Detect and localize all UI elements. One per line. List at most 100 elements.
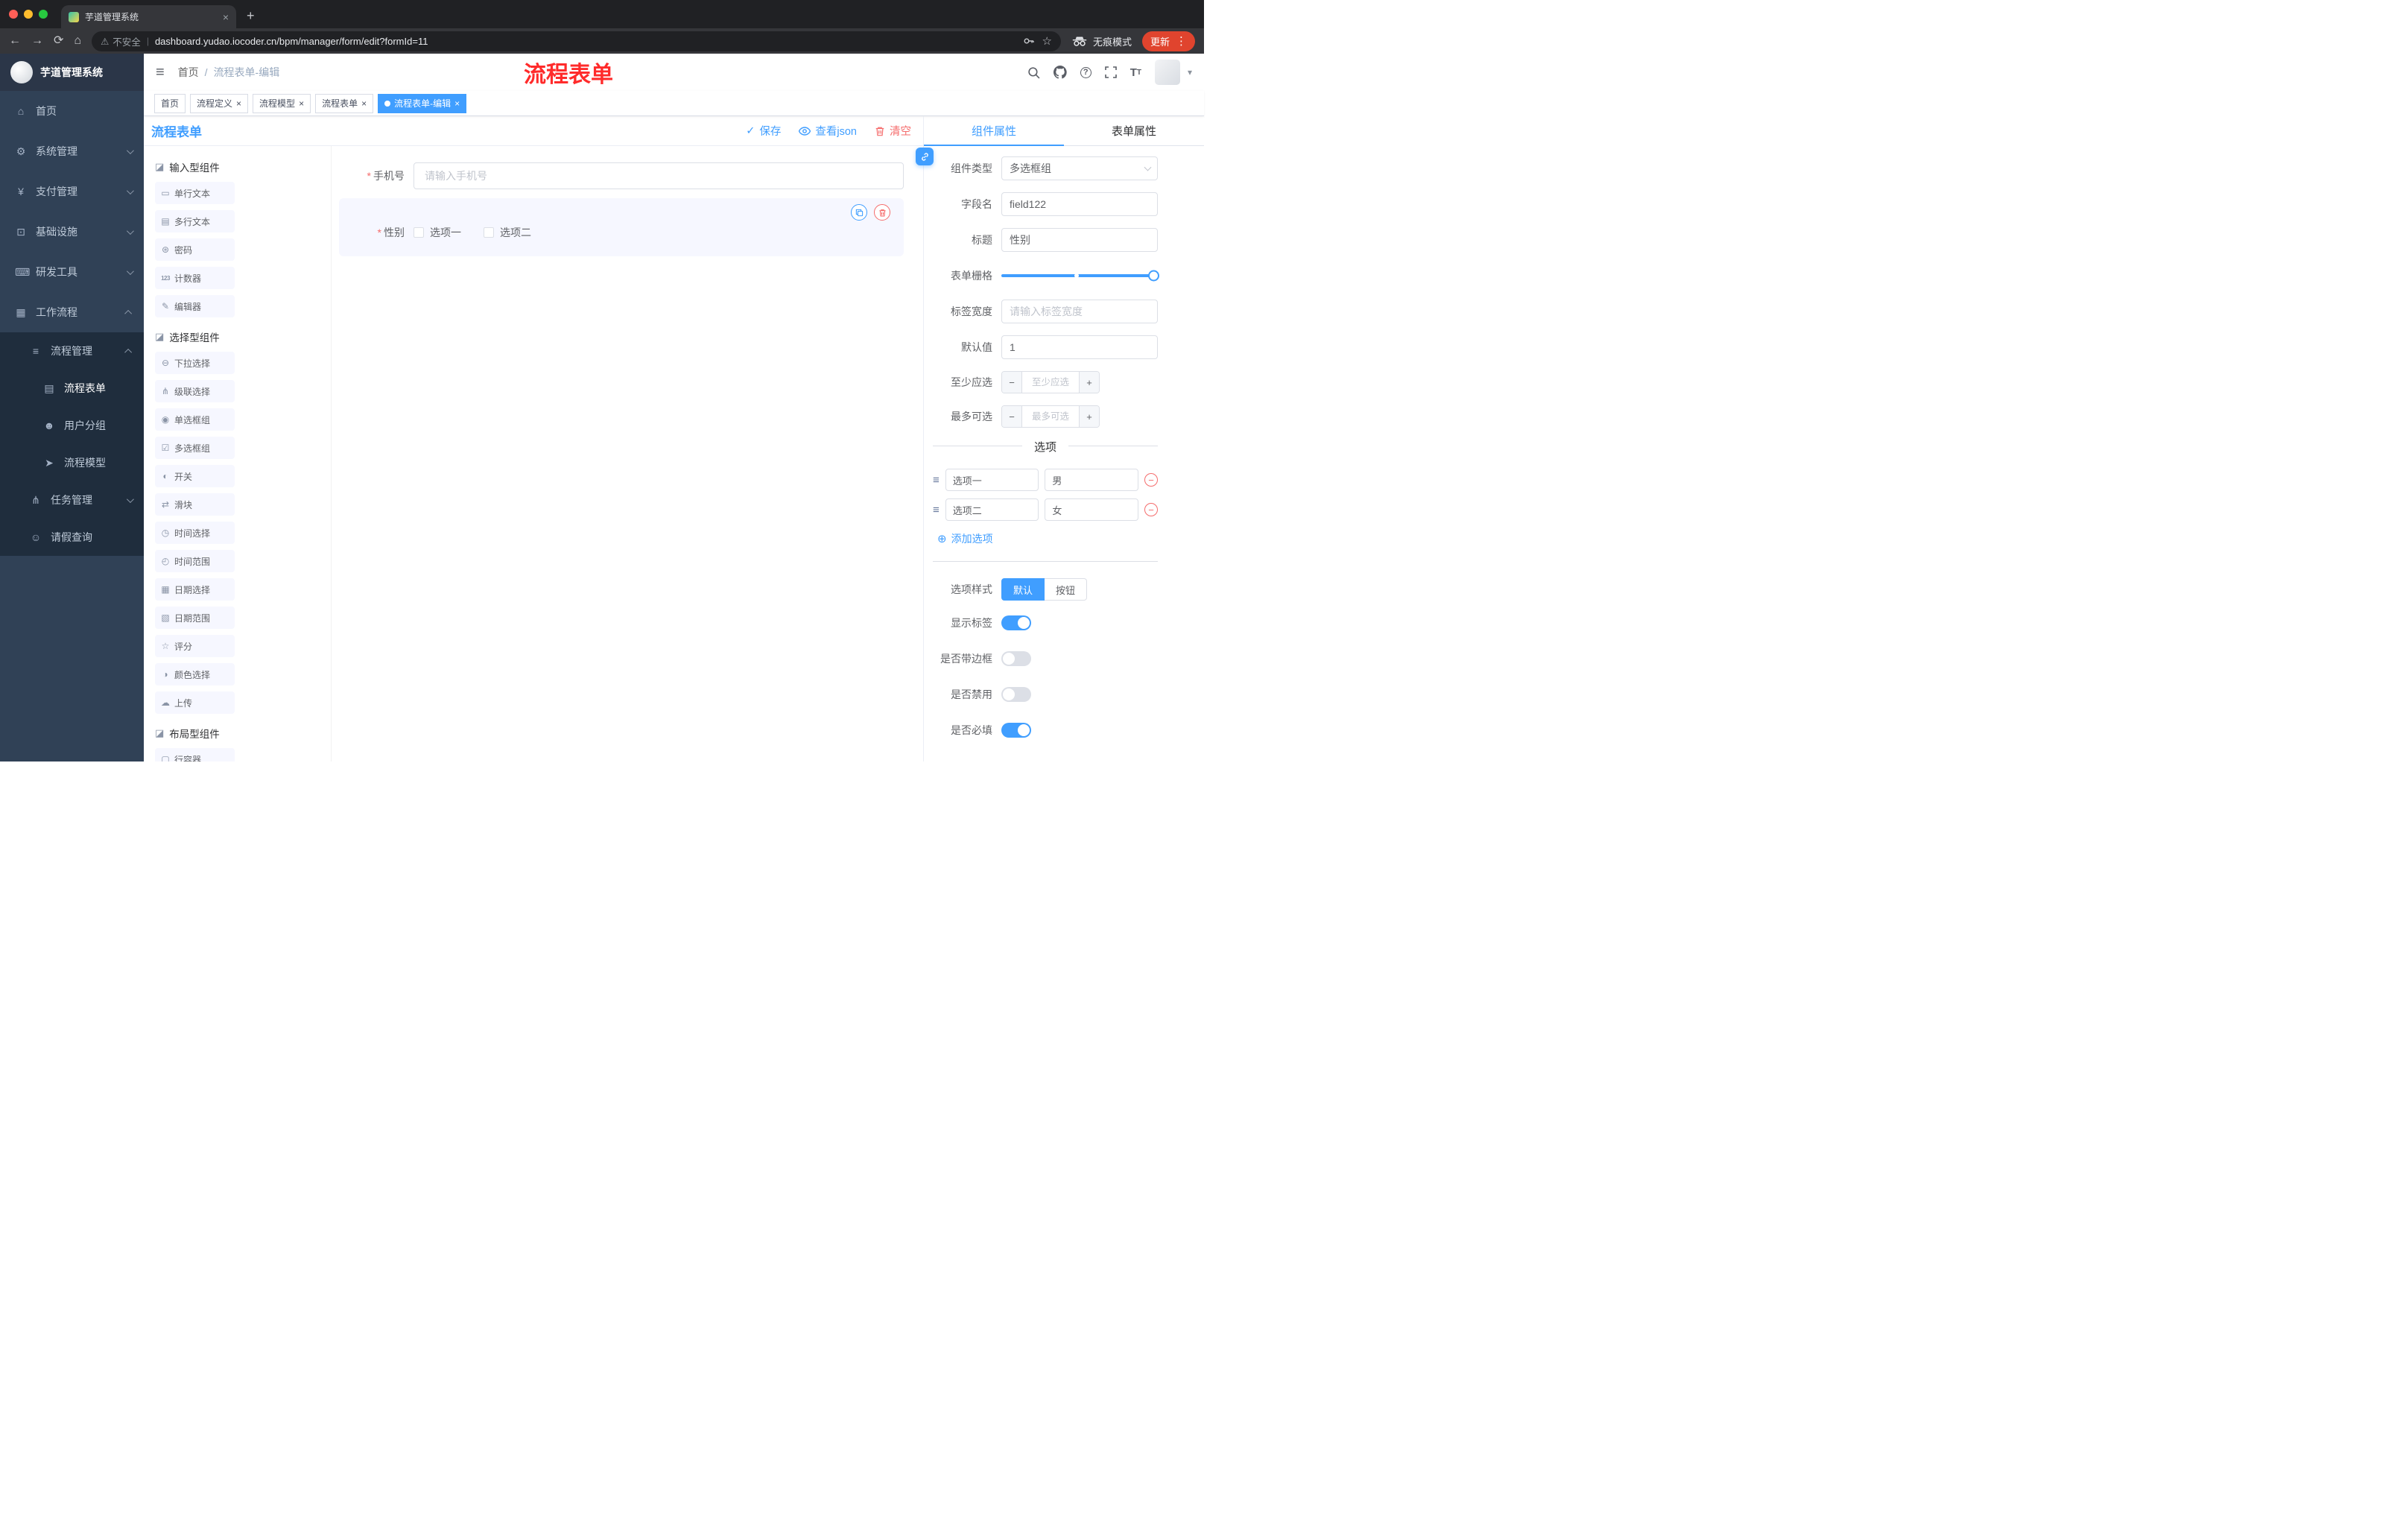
browser-tab[interactable]: 芋道管理系统 × [61,5,236,28]
sidebar-item-process-mgmt[interactable]: ≡ 流程管理 [0,332,144,370]
avatar[interactable] [1154,60,1180,85]
tag-process-model[interactable]: 流程模型 × [253,93,311,113]
tag-process-form[interactable]: 流程表单 × [315,93,374,113]
palette-item-radio-group[interactable]: ◉ 单选框组 [155,408,235,431]
border-toggle[interactable] [1001,651,1031,666]
hamburger-icon[interactable]: ≡ [156,64,165,81]
option2-label-input[interactable] [945,498,1039,521]
forward-icon[interactable]: → [31,35,43,47]
palette-item-upload[interactable]: ☁ 上传 [155,691,235,714]
field-name-input[interactable] [1001,192,1158,216]
component-type-select[interactable] [1001,156,1158,180]
palette-item-time-range[interactable]: ◴ 时间范围 [155,550,235,572]
help-icon[interactable]: ? [1080,66,1091,78]
browser-update-button[interactable]: 更新 ⋮ [1141,31,1195,51]
sidebar-item-process-model[interactable]: ➤ 流程模型 [0,444,144,481]
close-icon[interactable]: × [361,99,367,108]
style-button-button[interactable]: 按钮 [1045,578,1088,601]
avatar-caret-icon[interactable]: ▾ [1188,67,1192,77]
palette-item-editor[interactable]: ✎ 编辑器 [155,295,235,317]
address-bar[interactable]: ⚠ 不安全 | dashboard.yudao.iocoder.cn/bpm/m… [92,31,1061,51]
sidebar-item-devtools[interactable]: ⌨ 研发工具 [0,252,144,292]
sidebar-item-process-form[interactable]: ▤ 流程表单 [0,370,144,407]
save-button[interactable]: ✓ 保存 [746,123,781,139]
phone-field[interactable]: * 手机号 [339,162,904,189]
decrease-button[interactable]: − [1002,406,1022,427]
required-toggle[interactable] [1001,723,1031,738]
label-width-input[interactable] [1001,300,1158,323]
sidebar-item-workflow[interactable]: ▦ 工作流程 [0,292,144,332]
add-option-button[interactable]: ⊕ 添加选项 [937,531,1158,546]
sidebar-logo[interactable]: 芋道管理系统 [0,54,144,91]
palette-item-select[interactable]: ⊖ 下拉选择 [155,352,235,374]
password-key-icon[interactable] [1023,35,1035,47]
sidebar-item-leave-query[interactable]: ☺ 请假查询 [0,519,144,556]
gender-field-selected[interactable]: * 性别 选项一 选项二 [339,198,904,256]
option1-value-input[interactable] [1045,469,1139,491]
home-icon[interactable]: ⌂ [74,35,81,47]
min-select-input[interactable] [1022,372,1079,393]
reload-icon[interactable]: ⟳ [54,35,63,47]
palette-item-slider[interactable]: ⇄ 滑块 [155,493,235,516]
palette-item-multi-text[interactable]: ▤ 多行文本 [155,210,235,232]
search-icon[interactable] [1027,66,1040,79]
tab-form-props[interactable]: 表单属性 [1064,116,1204,145]
sidebar-item-task-mgmt[interactable]: ⋔ 任务管理 [0,481,144,519]
max-select-input[interactable] [1022,406,1079,427]
show-label-toggle[interactable] [1001,615,1031,630]
minimize-window-button[interactable] [24,10,33,19]
security-status[interactable]: ⚠ 不安全 [101,34,141,48]
palette-item-single-text[interactable]: ▭ 单行文本 [155,182,235,204]
remove-option-button[interactable]: − [1144,503,1159,516]
gender-option2-checkbox[interactable]: 选项二 [484,225,531,240]
disabled-toggle[interactable] [1001,687,1031,702]
gender-option1-checkbox[interactable]: 选项一 [414,225,461,240]
phone-input[interactable] [414,162,904,189]
clear-button[interactable]: 清空 [875,123,911,139]
tag-process-definition[interactable]: 流程定义 × [190,93,249,113]
close-icon[interactable]: × [454,99,460,108]
palette-item-password[interactable]: ⊛ 密码 [155,238,235,261]
breadcrumb-home[interactable]: 首页 [178,65,199,80]
decrease-button[interactable]: − [1002,372,1022,393]
close-icon[interactable]: × [236,99,241,108]
close-window-button[interactable] [9,10,18,19]
delete-field-button[interactable] [874,204,890,221]
sidebar-item-payment[interactable]: ¥ 支付管理 [0,171,144,212]
palette-item-switch[interactable]: ◐ 开关 [155,465,235,487]
palette-item-date-range[interactable]: ▧ 日期范围 [155,607,235,629]
slider-handle[interactable] [1148,270,1159,282]
link-bubble-button[interactable] [916,148,934,165]
drag-handle-icon[interactable]: ≡ [933,504,940,516]
palette-item-color-picker[interactable]: ◑ 颜色选择 [155,663,235,685]
style-default-button[interactable]: 默认 [1001,578,1045,601]
palette-item-counter[interactable]: 123 计数器 [155,267,235,289]
browser-menu-icon[interactable]: ⋮ [1176,34,1187,48]
increase-button[interactable]: + [1079,372,1099,393]
default-value-input[interactable] [1001,335,1158,359]
tab-component-props[interactable]: 组件属性 [924,116,1064,146]
palette-item-rate[interactable]: ☆ 评分 [155,635,235,657]
tag-process-form-edit[interactable]: 流程表单-编辑 × [378,93,467,113]
maximize-window-button[interactable] [39,10,48,19]
increase-button[interactable]: + [1079,406,1099,427]
grid-slider[interactable] [1001,264,1159,288]
sidebar-item-system[interactable]: ⚙ 系统管理 [0,131,144,171]
tab-close-icon[interactable]: × [223,11,229,23]
option1-label-input[interactable] [945,469,1039,491]
drag-handle-icon[interactable]: ≡ [933,474,940,487]
copy-field-button[interactable] [851,204,867,221]
form-canvas[interactable]: * 手机号 请输入手机号 * 性别 选项一 选项二 [332,146,923,762]
close-icon[interactable]: × [299,99,304,108]
palette-item-date-picker[interactable]: ▦ 日期选择 [155,578,235,601]
palette-item-row-container[interactable]: ▢ 行容器 [155,748,235,762]
sidebar-item-user-group[interactable]: ☻ 用户分组 [0,407,144,444]
back-icon[interactable]: ← [9,35,21,47]
option2-value-input[interactable] [1045,498,1139,521]
sidebar-item-infrastructure[interactable]: ⊡ 基础设施 [0,212,144,252]
title-input[interactable] [1001,228,1158,252]
tag-home[interactable]: 首页 [154,93,186,113]
font-size-icon[interactable]: TT [1130,66,1141,79]
palette-item-cascader[interactable]: ⋔ 级联选择 [155,380,235,402]
palette-item-checkbox-group[interactable]: ☑ 多选框组 [155,437,235,459]
